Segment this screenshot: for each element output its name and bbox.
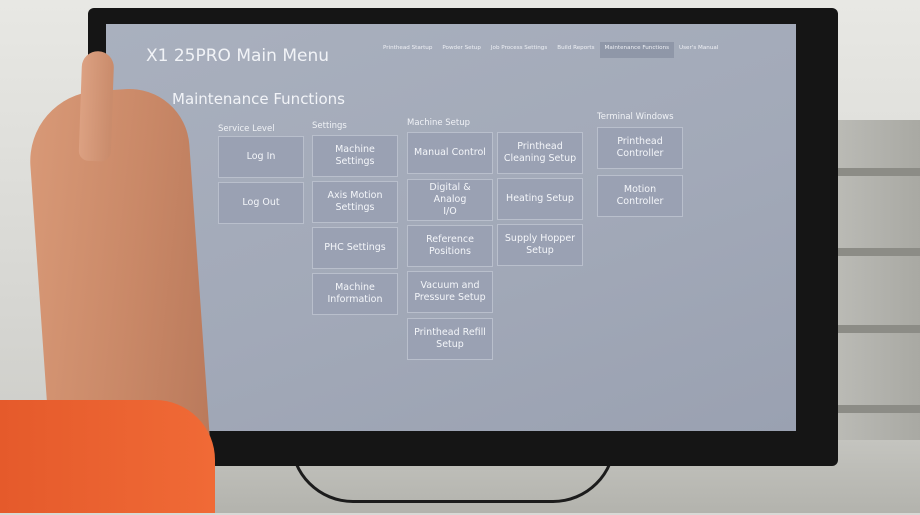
printhead-cleaning-setup-button[interactable]: Printhead Cleaning Setup <box>497 132 583 174</box>
service-level-heading: Service Level <box>218 124 275 134</box>
pointing-finger <box>78 50 115 162</box>
manual-control-button[interactable]: Manual Control <box>407 132 493 174</box>
tab-build-reports[interactable]: Build Reports <box>552 42 599 58</box>
printhead-controller-button[interactable]: Printhead Controller <box>597 127 683 169</box>
touch-screen: X1 25PRO Main Menu Printhead Startup Pow… <box>106 24 796 431</box>
shelf-bar <box>825 168 920 176</box>
vacuum-pressure-setup-button[interactable]: Vacuum and Pressure Setup <box>407 271 493 313</box>
supply-hopper-setup-button[interactable]: Supply Hopper Setup <box>497 224 583 266</box>
settings-heading: Settings <box>312 121 347 131</box>
page-title: Maintenance Functions <box>172 90 345 108</box>
log-in-button[interactable]: Log In <box>218 136 304 178</box>
tab-job-process-settings[interactable]: Job Process Settings <box>486 42 552 58</box>
reference-positions-button[interactable]: Reference Positions <box>407 225 493 267</box>
machine-setup-heading: Machine Setup <box>407 118 471 128</box>
shelf-bar <box>825 405 920 413</box>
heating-setup-button[interactable]: Heating Setup <box>497 178 583 220</box>
machine-settings-button[interactable]: Machine Settings <box>312 135 398 177</box>
top-navigation: Printhead Startup Powder Setup Job Proce… <box>378 42 723 58</box>
app-title: X1 25PRO Main Menu <box>146 46 330 66</box>
log-out-button[interactable]: Log Out <box>218 182 304 224</box>
tab-users-manual[interactable]: User's Manual <box>674 42 723 58</box>
printhead-refill-setup-button[interactable]: Printhead Refill Setup <box>407 318 493 360</box>
motion-controller-button[interactable]: Motion Controller <box>597 175 683 217</box>
tab-maintenance-functions[interactable]: Maintenance Functions <box>599 42 675 58</box>
background-shelf <box>825 120 920 450</box>
shelf-bar <box>825 325 920 333</box>
machine-information-button[interactable]: Machine Information <box>312 273 398 315</box>
tab-printhead-startup[interactable]: Printhead Startup <box>378 42 437 58</box>
digital-analog-io-button[interactable]: Digital & Analog I/O <box>407 179 493 221</box>
terminal-windows-heading: Terminal Windows <box>597 112 674 122</box>
shelf-bar <box>825 248 920 256</box>
axis-motion-settings-button[interactable]: Axis Motion Settings <box>312 181 398 223</box>
orange-sleeve <box>0 400 215 513</box>
phc-settings-button[interactable]: PHC Settings <box>312 227 398 269</box>
tab-powder-setup[interactable]: Powder Setup <box>437 42 486 58</box>
